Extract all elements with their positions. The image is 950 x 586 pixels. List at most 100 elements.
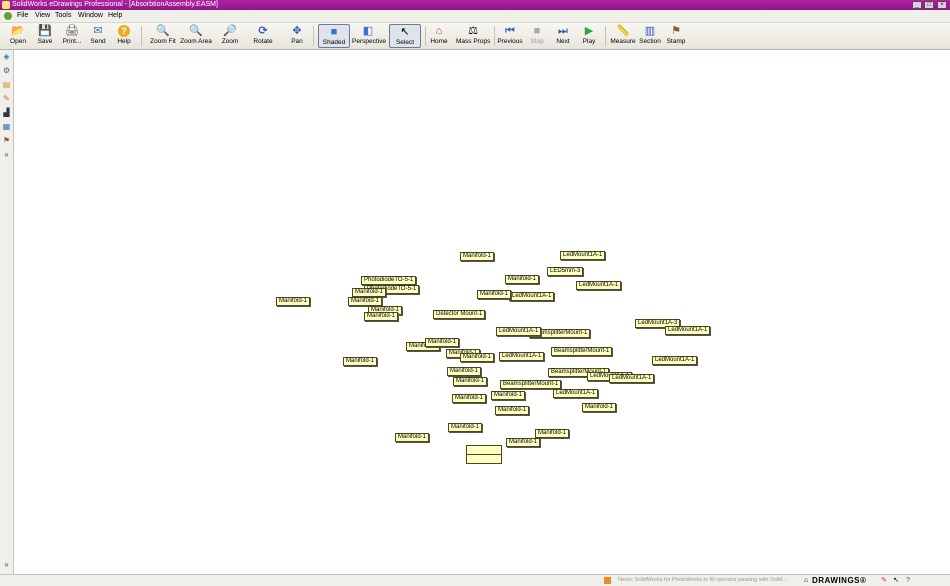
news-ticker[interactable]: News: SolidWorks for PhotoWorks to fill … <box>618 575 787 586</box>
component-callout[interactable]: LED5mm-3 <box>547 267 584 276</box>
component-callout[interactable]: Manifold-1 <box>352 288 387 297</box>
component-callout[interactable]: LedMount1A-1 <box>652 356 698 365</box>
select-button[interactable]: ↖ Select <box>389 24 421 48</box>
minimize-button[interactable]: _ <box>912 1 922 9</box>
measure-button[interactable]: 📏 Measure <box>610 24 636 48</box>
component-callout[interactable]: Manifold-1 <box>453 377 488 386</box>
previous-button[interactable]: ⏮ Previous <box>497 24 523 48</box>
menu-help[interactable]: Help <box>108 10 122 22</box>
play-button[interactable]: ▶ Play <box>579 24 599 48</box>
component-callout[interactable]: Manifold-1 <box>343 357 378 366</box>
menu-view[interactable]: View <box>35 10 50 22</box>
save-button[interactable]: 💾 Save <box>33 24 57 48</box>
component-callout[interactable]: Manifold-1 <box>477 290 512 299</box>
next-button[interactable]: ⏭ Next <box>553 24 573 48</box>
section-button[interactable]: ▥ Section <box>638 24 662 48</box>
cursor-icon[interactable]: ↖ <box>892 577 900 584</box>
title-bar: SolidWorks eDrawings Professional - [Abs… <box>0 0 950 10</box>
measure-tool-icon[interactable]: ▟ <box>2 108 11 117</box>
component-callout[interactable]: LedMount1A-1 <box>496 327 542 336</box>
mass-props-button[interactable]: ⚖ Mass Props <box>456 24 490 48</box>
expand-icon[interactable]: » <box>2 150 11 159</box>
zoom-fit-icon: 🔍 <box>156 25 170 37</box>
component-callout[interactable]: LedMount1A-1 <box>509 292 555 301</box>
help-small-icon[interactable]: ? <box>904 577 912 584</box>
save-icon: 💾 <box>38 25 52 37</box>
shaded-button[interactable]: ■ Shaded <box>318 24 350 48</box>
folder-open-icon: 📂 <box>11 25 25 37</box>
zoom-area-icon: 🔍 <box>189 25 203 37</box>
window-title: SolidWorks eDrawings Professional - [Abs… <box>12 1 218 8</box>
toolbar-separator <box>425 26 426 46</box>
sheets-icon[interactable]: ▤ <box>2 80 11 89</box>
component-callout[interactable]: LedMount1A-1 <box>499 352 545 361</box>
zoom-fit-button[interactable]: 🔍 Zoom Fit <box>148 24 178 48</box>
help-button[interactable]: ? Help <box>113 24 135 48</box>
print-button[interactable]: 🖨 Print... <box>59 24 85 48</box>
collapse-icon[interactable]: » <box>2 560 11 569</box>
menu-window[interactable]: Window <box>78 10 103 22</box>
rotate-button[interactable]: ⟳ Rotate <box>250 24 276 48</box>
pencil-icon[interactable]: ✎ <box>880 577 888 584</box>
rss-icon[interactable] <box>604 577 611 584</box>
home-small-icon[interactable]: ⌂ <box>802 577 810 584</box>
component-callout[interactable]: PhotodiodeTO-5-1 <box>361 276 417 285</box>
maximize-button[interactable]: □ <box>924 1 934 9</box>
print-icon: 🖨 <box>65 25 79 37</box>
component-callout[interactable]: Manifold-1 <box>364 312 399 321</box>
components-icon[interactable]: ◈ <box>2 52 11 61</box>
component-callout[interactable]: Manifold-1 <box>460 252 495 261</box>
app-icon <box>2 1 10 9</box>
stamp-icon: ⚑ <box>671 25 681 37</box>
configurations-icon[interactable]: ⚙ <box>2 66 11 75</box>
component-callout[interactable]: Detector Mount-1 <box>433 310 486 319</box>
pan-icon: ✥ <box>292 25 302 37</box>
component-callout[interactable]: BeamsplitterMount-1 <box>500 380 562 389</box>
zoom-area-button[interactable]: 🔍 Zoom Area <box>180 24 212 48</box>
component-callout[interactable]: LedMount1A-1 <box>609 374 655 383</box>
component-callout[interactable]: Manifold-1 <box>276 297 311 306</box>
menu-file[interactable]: File <box>17 10 28 22</box>
menu-bar: File View Tools Window Help <box>0 10 950 23</box>
zoom-button[interactable]: 🔎 Zoom <box>218 24 242 48</box>
model-viewport[interactable]: Manifold-1 LedMount1A-1 LED5mm-3 Manifold-1… <box>14 50 950 574</box>
home-icon: ⌂ <box>435 25 443 37</box>
component-callout[interactable]: Manifold-1 <box>452 394 487 403</box>
menu-tools[interactable]: Tools <box>55 10 71 22</box>
component-callout[interactable]: Manifold-1 <box>582 403 617 412</box>
component-callout[interactable]: BeamsplitterMount-1 <box>551 347 613 356</box>
stamp-tool-icon[interactable]: ⚑ <box>2 136 11 145</box>
open-button[interactable]: 📂 Open <box>6 24 30 48</box>
markup-icon[interactable]: ✎ <box>2 94 11 103</box>
close-button[interactable]: × <box>937 1 947 9</box>
component-callout[interactable]: Manifold-1 <box>395 433 430 442</box>
stamp-button[interactable]: ⚑ Stamp <box>665 24 687 48</box>
mass-icon[interactable]: ▦ <box>2 122 11 131</box>
toolbar-separator <box>141 26 142 46</box>
component-callout[interactable]: LedMount1A-1 <box>665 326 711 335</box>
component-callout[interactable]: LedMount1A-1 <box>576 281 622 290</box>
edrawings-logo: DRAWINGS® <box>812 576 867 585</box>
send-button[interactable]: ✉ Send <box>87 24 109 48</box>
component-callout[interactable]: Manifold-1 <box>348 297 383 306</box>
stop-button[interactable]: ■ Stop <box>527 24 547 48</box>
component-callout[interactable]: Manifold-1 <box>495 406 530 415</box>
toolbar-separator <box>605 26 606 46</box>
component-callout[interactable]: Manifold-1 <box>460 353 495 362</box>
component-callout[interactable]: Manifold-1 <box>505 275 540 284</box>
component-callout[interactable]: Manifold-1 <box>491 391 526 400</box>
component-callout[interactable]: Manifold-1 <box>447 367 482 376</box>
perspective-button[interactable]: ◧ Perspective <box>352 24 386 48</box>
component-callout[interactable]: Manifold-1 <box>506 438 541 447</box>
component-callout[interactable]: Manifold-1 <box>425 338 460 347</box>
component-callout[interactable]: Manifold-1 <box>448 423 483 432</box>
stop-icon: ■ <box>533 25 541 37</box>
home-button[interactable]: ⌂ Home <box>428 24 450 48</box>
component-callout[interactable]: LedMount1A-1 <box>560 251 606 260</box>
toolbar-separator <box>494 26 495 46</box>
pan-button[interactable]: ✥ Pan <box>286 24 308 48</box>
component-callout[interactable]: Manifold-1 <box>535 429 570 438</box>
next-icon: ⏭ <box>558 25 568 37</box>
status-bar: News: SolidWorks for PhotoWorks to fill … <box>0 574 950 586</box>
component-callout[interactable]: LedMount1A-1 <box>553 389 599 398</box>
